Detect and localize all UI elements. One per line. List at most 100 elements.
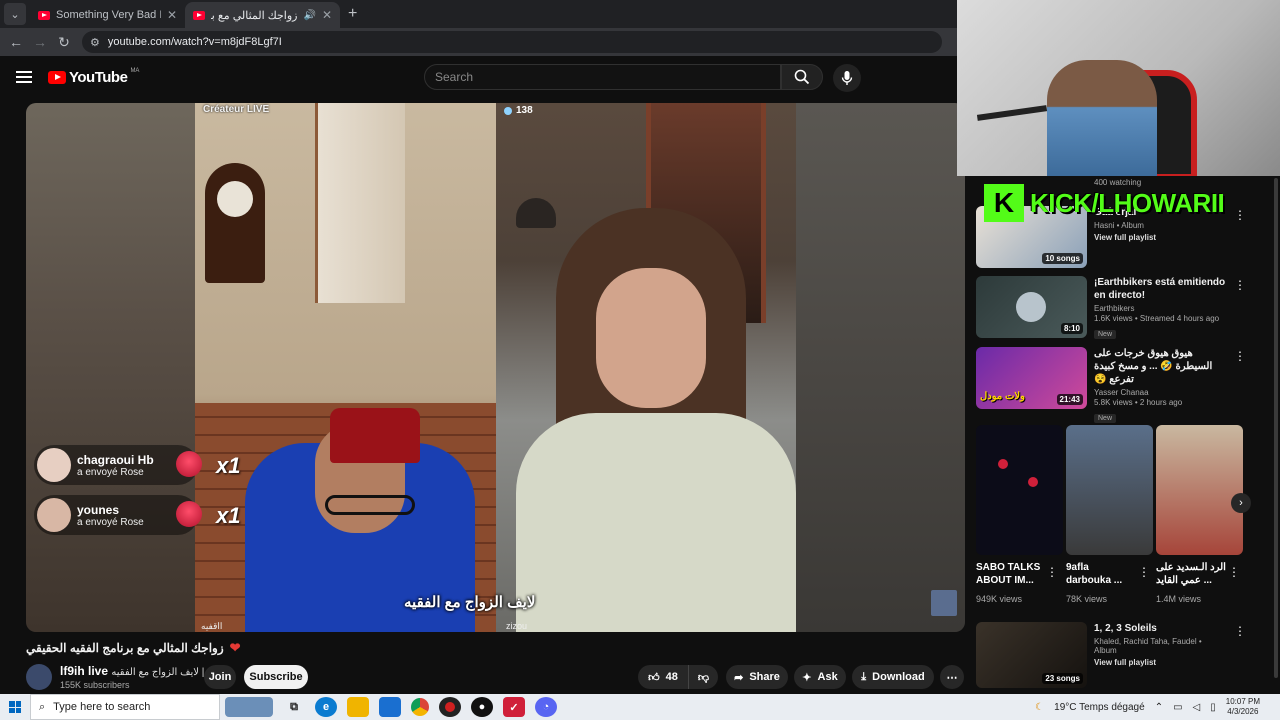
scrollbar[interactable]	[1272, 176, 1280, 694]
like-button[interactable]: 👍︎ 48	[638, 665, 688, 689]
search-button[interactable]	[781, 64, 823, 90]
short-title[interactable]: الرد الـسديد على ... عمي القايد	[1156, 561, 1226, 587]
channel-name-text: lf9ih live	[60, 664, 109, 678]
song-count-badge: 23 songs	[1042, 673, 1083, 684]
channel-avatar	[1016, 292, 1046, 322]
guest-face	[596, 268, 706, 408]
discord-icon[interactable]: ◔	[535, 697, 557, 717]
ask-label: Ask	[817, 671, 838, 683]
tab-active[interactable]: زواجك المثالي مع برنامج الفقه 🔊 ✕	[185, 2, 340, 28]
back-icon[interactable]: ←	[4, 34, 28, 50]
tab-inactive[interactable]: Something Very Bad Is Going to ✕	[30, 2, 185, 28]
search-highlight-icon[interactable]	[225, 697, 273, 717]
youtube-logo[interactable]: YouTube MA	[48, 67, 140, 86]
video-player[interactable]: Créateur LIVE 138 chagraoui Hb a envoyé …	[26, 103, 965, 632]
close-icon[interactable]: ✕	[322, 8, 332, 22]
app-icon[interactable]	[439, 697, 461, 717]
download-label: Download	[872, 671, 925, 683]
more-actions-button[interactable]: ⋯	[940, 665, 964, 689]
edge-icon[interactable]: e	[315, 697, 337, 717]
host-glasses	[325, 495, 415, 515]
youtube-header: YouTube MA Search	[0, 56, 960, 100]
clock[interactable]: 10:07 PM 4/3/2026	[1226, 697, 1260, 717]
taskbar-search[interactable]: ⌕ Type here to search	[30, 694, 220, 720]
video-panel-guest	[496, 103, 796, 632]
voice-search-button[interactable]	[833, 64, 861, 92]
ask-button[interactable]: ✦ Ask	[794, 665, 846, 689]
channel-avatar[interactable]	[26, 664, 52, 690]
url-field[interactable]: ⚙ youtube.com/watch?v=m8jdF8Lgf7I	[82, 31, 942, 53]
dislike-button[interactable]: 👎︎	[688, 665, 718, 689]
video-side-blur-left	[26, 103, 195, 632]
thumbnail[interactable]: 8:10	[976, 276, 1087, 338]
menu-icon[interactable]	[16, 71, 32, 83]
recommendation-video[interactable]: 8:10 ¡Earthbikers está emitiendo en dire…	[976, 276, 1246, 340]
short-thumbnail[interactable]	[1066, 425, 1153, 555]
thumbnail[interactable]: ولات مودل 21:43	[976, 347, 1087, 409]
thumbnail-text: ولات مودل	[980, 391, 1025, 402]
short-thumbnail[interactable]	[1156, 425, 1243, 555]
more-icon[interactable]: ⋮	[1234, 208, 1246, 222]
screen: ⌄ Something Very Bad Is Going to ✕ زواجك…	[0, 0, 1280, 720]
join-button[interactable]: Join	[204, 665, 236, 689]
download-button[interactable]: ⤓ Download	[852, 665, 934, 689]
host-name-tag: ااقفيه	[201, 621, 223, 631]
rec-stats: 1.6K views • Streamed 4 hours ago	[1094, 314, 1220, 323]
reload-icon[interactable]: ↻	[52, 34, 76, 51]
more-icon[interactable]: ⋮	[1234, 278, 1246, 292]
chevron-right-icon[interactable]: ›	[1231, 493, 1251, 513]
battery-icon[interactable]: ▯	[1210, 702, 1216, 713]
short-title[interactable]: 9afla darbouka ...	[1066, 561, 1136, 587]
more-icon[interactable]: ⋮	[1046, 565, 1058, 579]
thumbnail[interactable]: 23 songs	[976, 622, 1087, 688]
channel-watermark[interactable]	[931, 590, 957, 616]
taskbar: ⌕ Type here to search ⧉ e ● ✓ ◔ ☾ 19°C T…	[0, 694, 1280, 720]
video-title: زواجك المثالي مع برنامج الفقيه الحقيقي ❤	[26, 640, 241, 656]
new-tab-button[interactable]: +	[348, 5, 357, 23]
speaker-icon[interactable]: 🔊	[303, 10, 315, 21]
file-explorer-icon[interactable]	[347, 697, 369, 717]
chevron-up-icon[interactable]: ⌃	[1155, 702, 1163, 713]
recommendation-video[interactable]: ولات مودل 21:43 هيوق هيوق خرجات على السي…	[976, 347, 1246, 423]
more-icon[interactable]: ⋮	[1138, 565, 1150, 579]
site-info-icon[interactable]: ⚙	[90, 36, 100, 49]
close-icon[interactable]: ✕	[167, 8, 177, 22]
channel-name[interactable]: lf9ih live لايف الزواج مع الفقيه |	[60, 664, 204, 678]
short-thumbnail[interactable]	[976, 425, 1063, 555]
new-badge: New	[1094, 330, 1117, 339]
short-title[interactable]: SABO TALKS ABOUT IM...	[976, 561, 1046, 587]
rose-icon	[176, 501, 202, 527]
app-icon[interactable]: ✓	[503, 697, 525, 717]
gift-notification: chagraoui Hb a envoyé Rose	[34, 445, 202, 485]
recommendation-playlist[interactable]: 23 songs 1, 2, 3 Soleils Khaled, Rachid …	[976, 622, 1246, 688]
chrome-icon[interactable]	[411, 698, 429, 716]
system-tray: ☾ 19°C Temps dégagé ⌃ ▭ ◁ ▯ 10:07 PM 4/3…	[1035, 694, 1280, 720]
rec-title: هيوق هيوق خرجات على السيطرة 🤣 ... و مسخ …	[1094, 348, 1213, 385]
gift-action: a envoyé Rose	[77, 516, 144, 528]
more-icon[interactable]: ⋮	[1234, 624, 1246, 638]
start-button[interactable]	[0, 701, 30, 713]
store-icon[interactable]	[379, 697, 401, 717]
obs-icon[interactable]: ●	[471, 697, 493, 717]
weather-icon: ☾	[1035, 701, 1045, 713]
network-icon[interactable]: ▭	[1173, 702, 1182, 713]
video-caption: لايف الزواج مع الفقيه	[404, 594, 536, 611]
forward-icon[interactable]: →	[28, 34, 52, 50]
country-code: MA	[130, 67, 140, 74]
logo-text: YouTube	[69, 69, 128, 86]
task-view-icon[interactable]: ⧉	[283, 697, 305, 717]
more-icon[interactable]: ⋮	[1228, 565, 1240, 579]
search-input[interactable]: Search	[424, 64, 781, 90]
thumbs-down-icon: 👎︎	[697, 671, 710, 684]
view-playlist-link[interactable]: View full playlist	[1094, 233, 1226, 242]
wall	[315, 103, 405, 303]
subscribe-button[interactable]: Subscribe	[244, 665, 308, 689]
tab-search-button[interactable]: ⌄	[4, 3, 26, 25]
view-playlist-link[interactable]: View full playlist	[1094, 658, 1226, 667]
short-views: 78K views	[1066, 594, 1108, 604]
share-button[interactable]: ➦ Share	[726, 665, 788, 689]
volume-icon[interactable]: ◁	[1193, 702, 1201, 713]
weather-text[interactable]: 19°C Temps dégagé	[1054, 702, 1145, 713]
more-icon[interactable]: ⋮	[1234, 349, 1246, 363]
video-title-text: زواجك المثالي مع برنامج الفقيه الحقيقي	[26, 641, 224, 655]
